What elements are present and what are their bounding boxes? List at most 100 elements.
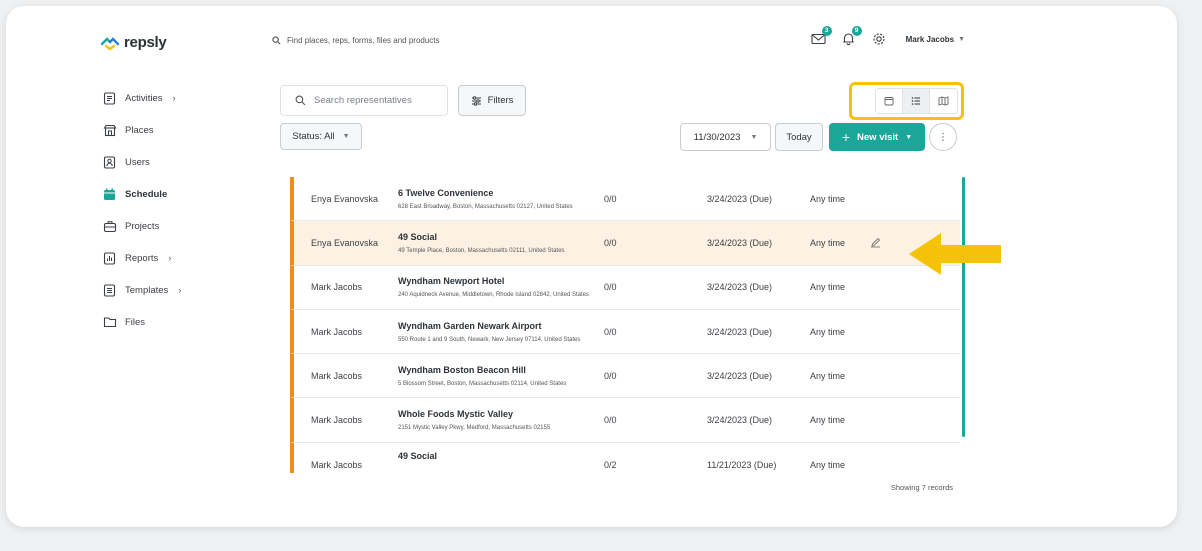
search-icon [295,95,306,106]
briefcase-icon [102,219,117,234]
visit-date: 3/24/2023 (Due) [707,237,773,248]
visit-count: 0/0 [604,415,617,426]
place-name[interactable]: Wyndham Newport Hotel [398,276,604,286]
global-search[interactable]: Find places, reps, forms, files and prod… [272,36,440,45]
visit-count: 0/0 [604,282,617,293]
place-cell: Whole Foods Mystic Valley 2151 Mystic Va… [398,409,604,431]
place-name[interactable]: Wyndham Garden Newark Airport [398,321,604,331]
table-row[interactable]: Mark Jacobs Wyndham Newport Hotel 240 Aq… [290,265,960,310]
sidebar-item-users[interactable]: Users [102,146,252,178]
visit-count: 0/0 [604,237,617,248]
mail-badge: 3 [821,26,832,36]
bar-chart-icon [102,251,117,266]
filters-label: Filters [487,95,514,106]
table-row[interactable]: Mark Jacobs Wyndham Boston Beacon Hill 5… [290,354,960,399]
app-window: repsly Find places, reps, forms, files a… [6,6,1177,527]
sidebar-item-files[interactable]: Files [102,306,252,338]
chevron-right-icon: › [168,253,172,263]
visit-time: Any time [810,237,846,248]
table-row[interactable]: Mark Jacobs Whole Foods Mystic Valley 21… [290,398,960,443]
visit-date: 3/24/2023 (Due) [707,415,773,426]
table-row[interactable]: Enya Evanovska 6 Twelve Convenience 628 … [290,177,960,222]
sidebar-item-label: Reports [125,252,159,264]
messages-button[interactable]: 3 [810,26,832,48]
user-name-label: Mark Jacobs [905,34,955,44]
sidebar-item-schedule[interactable]: Schedule [102,178,252,210]
row-actions [870,237,881,248]
global-search-placeholder: Find places, reps, forms, files and prod… [287,36,440,45]
place-name[interactable]: Whole Foods Mystic Valley [398,409,604,419]
place-name[interactable]: Wyndham Boston Beacon Hill [398,365,604,375]
sliders-icon [471,95,481,106]
edit-icon[interactable] [870,237,881,248]
brand-name: repsly [124,34,167,51]
place-name[interactable]: 6 Twelve Convenience [398,188,604,198]
date-picker[interactable]: 11/30/2023 ▼ [680,123,771,151]
plus-icon: + [841,129,851,145]
new-visit-label: New visit [857,131,899,143]
chevron-down-icon: ▼ [905,133,913,141]
sidebar-item-templates[interactable]: Templates › [102,274,252,306]
user-menu[interactable]: Mark Jacobs ▼ [906,35,965,44]
sidebar-item-projects[interactable]: Projects [102,210,252,242]
place-address: 49 Temple Place, Boston, Massachusetts 0… [398,247,565,254]
table-row[interactable]: Mark Jacobs 49 Social 0/2 11/21/2023 (Du… [290,442,960,473]
sidebar-item-label: Files [125,316,146,328]
new-visit-button[interactable]: + New visit ▼ [829,123,925,151]
calendar-icon [102,187,117,202]
map-icon [938,96,949,106]
rep-search-field[interactable] [280,85,448,116]
rep-name: Mark Jacobs [311,326,363,337]
visit-time: Any time [810,282,846,293]
sidebar-item-activities[interactable]: Activities › [102,82,252,114]
place-address: 628 East Broadway, Boston, Massachusetts… [398,203,573,210]
place-address: 240 Aquidneck Avenue, Middletown, Rhode … [398,292,590,299]
map-view-button[interactable] [930,89,957,113]
sidebar-item-label: Projects [125,220,160,232]
visit-time: Any time [810,193,846,204]
place-name[interactable]: 49 Social [398,232,604,242]
sidebar: Activities › Places Users Schedule Proje… [102,82,252,338]
place-cell: Wyndham Boston Beacon Hill 5 Blossom Str… [398,365,604,387]
more-options-button[interactable]: ⋮ [929,123,957,151]
calendar-view-button[interactable] [876,89,903,113]
status-select[interactable]: Status: All ▼ [280,123,362,150]
rep-search-input[interactable] [314,95,444,106]
status-label: Status: All [292,131,335,142]
table-row[interactable]: Enya Evanovska 49 Social 49 Temple Place… [290,221,960,266]
notif-badge: 9 [851,26,862,36]
records-count: Showing 7 records [890,483,953,492]
sidebar-item-label: Places [125,124,154,136]
visit-date: 3/24/2023 (Due) [707,370,773,381]
place-cell: Wyndham Garden Newark Airport 550 Route … [398,321,604,343]
brand-logo[interactable]: repsly [100,34,167,51]
table-row[interactable]: Mark Jacobs Wyndham Garden Newark Airpor… [290,309,960,355]
rep-name: Mark Jacobs [311,370,363,381]
rep-name: Enya Evanovska [311,193,379,204]
user-icon [102,155,117,170]
sidebar-item-places[interactable]: Places [102,114,252,146]
visit-date: 3/24/2023 (Due) [707,282,773,293]
chevron-down-icon: ▼ [342,133,350,140]
visits-list: Enya Evanovska 6 Twelve Convenience 628 … [290,177,960,473]
visit-count: 0/0 [604,370,617,381]
visit-count: 0/0 [604,193,617,204]
notifications-button[interactable]: 9 [840,26,862,48]
list-icon [911,97,920,105]
list-view-button[interactable] [903,89,930,113]
rep-name: Enya Evanovska [311,237,379,248]
place-cell: 49 Social [398,451,604,467]
search-icon [272,36,281,45]
settings-button[interactable] [870,30,888,48]
sidebar-item-label: Schedule [125,188,168,200]
place-name[interactable]: 49 Social [398,451,604,461]
visit-count: 0/2 [604,459,617,470]
place-cell: 6 Twelve Convenience 628 East Broadway, … [398,188,604,210]
scrollbar[interactable] [962,177,965,437]
sidebar-item-reports[interactable]: Reports › [102,242,252,274]
chevron-right-icon: › [178,285,182,295]
today-button[interactable]: Today [775,123,823,151]
filters-button[interactable]: Filters [458,85,526,116]
visits-panel: Enya Evanovska 6 Twelve Convenience 628 … [270,169,967,506]
store-icon [102,123,117,138]
